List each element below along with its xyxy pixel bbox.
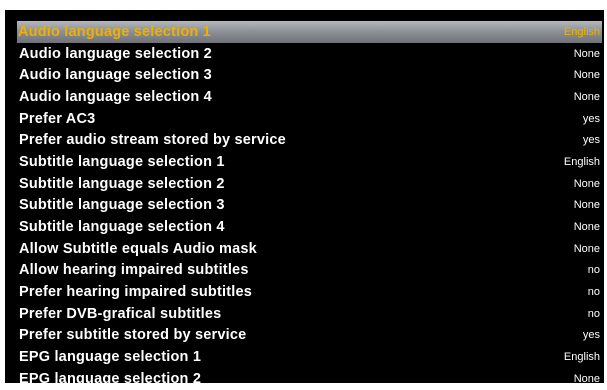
setting-row-prefer-dvb-subtitles[interactable]: Prefer DVB-grafical subtitles no	[18, 303, 602, 325]
setting-value: English	[563, 155, 600, 168]
setting-value: None	[573, 242, 600, 255]
setting-value: None	[573, 47, 600, 60]
setting-label: Subtitle language selection 3	[19, 197, 225, 214]
setting-value: English	[563, 351, 600, 364]
setting-row-allow-hearing-impaired[interactable]: Allow hearing impaired subtitles no	[18, 260, 602, 282]
setting-label: EPG language selection 1	[19, 349, 202, 366]
setting-row-prefer-ac3[interactable]: Prefer AC3 yes	[18, 108, 602, 130]
setting-label: Prefer DVB-grafical subtitles	[19, 305, 222, 322]
setting-row-subtitle-language-1[interactable]: Subtitle language selection 1 English	[18, 151, 602, 173]
setting-row-audio-language-3[interactable]: Audio language selection 3 None	[18, 64, 602, 86]
setting-row-epg-language-2[interactable]: EPG language selection 2 None	[18, 368, 602, 390]
setting-value: None	[573, 372, 600, 385]
setting-row-epg-language-1[interactable]: EPG language selection 1 English	[18, 346, 602, 368]
setting-label: EPG language selection 2	[19, 370, 202, 387]
setting-label: Subtitle language selection 4	[19, 219, 225, 236]
setting-value: None	[573, 199, 600, 212]
setting-label: Prefer AC3	[19, 110, 96, 127]
settings-list: Audio language selection 1 English Audio…	[17, 21, 602, 390]
setting-value: no	[587, 286, 600, 299]
setting-value: yes	[582, 134, 600, 147]
setting-label: Subtitle language selection 2	[19, 175, 225, 192]
setting-value: yes	[582, 112, 600, 125]
setting-label: Prefer hearing impaired subtitles	[19, 284, 253, 301]
setting-label: Prefer audio stream stored by service	[19, 132, 286, 149]
setting-value: no	[587, 307, 600, 320]
setting-row-prefer-audio-stream-stored[interactable]: Prefer audio stream stored by service ye…	[18, 129, 602, 151]
setting-row-allow-subtitle-equals-audio[interactable]: Allow Subtitle equals Audio mask None	[18, 238, 602, 260]
setting-row-prefer-subtitle-stored[interactable]: Prefer subtitle stored by service yes	[18, 325, 602, 347]
setting-label: Audio language selection 2	[19, 45, 212, 62]
setting-label: Prefer subtitle stored by service	[19, 327, 247, 344]
setting-label: Audio language selection 1	[18, 23, 211, 40]
setting-label: Audio language selection 4	[19, 88, 212, 105]
setting-label: Subtitle language selection 1	[19, 153, 225, 170]
setting-value: yes	[582, 329, 600, 342]
setting-label: Allow hearing impaired subtitles	[19, 262, 249, 279]
settings-screen: Audio language selection 1 English Audio…	[5, 10, 604, 387]
setting-value: None	[573, 90, 600, 103]
setting-value: no	[587, 264, 600, 277]
setting-label: Audio language selection 3	[19, 67, 212, 84]
setting-row-prefer-hearing-impaired[interactable]: Prefer hearing impaired subtitles no	[18, 281, 602, 303]
setting-row-audio-language-2[interactable]: Audio language selection 2 None	[18, 43, 602, 65]
setting-row-audio-language-4[interactable]: Audio language selection 4 None	[18, 86, 602, 108]
setting-row-subtitle-language-2[interactable]: Subtitle language selection 2 None	[18, 173, 602, 195]
setting-row-subtitle-language-4[interactable]: Subtitle language selection 4 None	[18, 216, 602, 238]
setting-row-audio-language-1[interactable]: Audio language selection 1 English	[17, 21, 602, 43]
setting-value: None	[573, 177, 600, 190]
setting-label: Allow Subtitle equals Audio mask	[19, 240, 257, 257]
setting-row-subtitle-language-3[interactable]: Subtitle language selection 3 None	[18, 195, 602, 217]
setting-value: None	[573, 221, 600, 234]
setting-value: English	[563, 25, 600, 38]
setting-value: None	[573, 69, 600, 82]
